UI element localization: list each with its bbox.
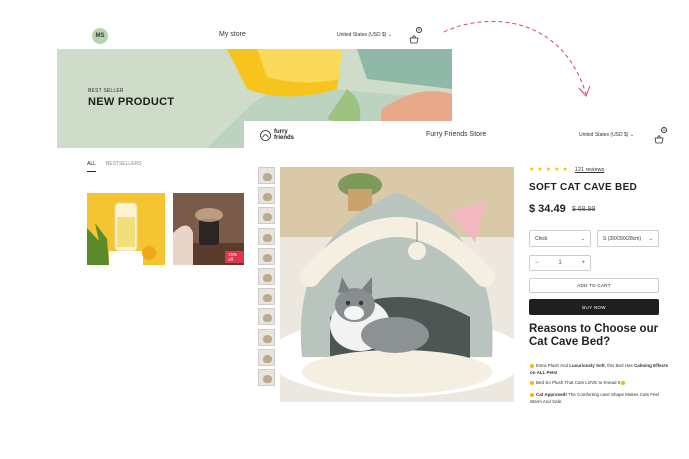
minus-icon[interactable]: − bbox=[535, 260, 539, 266]
cart-icon[interactable]: 0 bbox=[654, 127, 667, 144]
bullet-icon bbox=[530, 363, 534, 368]
country-label: United States (USD $) bbox=[579, 132, 629, 138]
chevron-down-icon: ⌄ bbox=[648, 235, 653, 242]
rating: ★★★★★ 121 reviews bbox=[529, 166, 604, 174]
plus-icon[interactable]: + bbox=[581, 260, 585, 266]
bullet-icon bbox=[530, 380, 534, 385]
size-select[interactable]: S (39X39X28cm) ⌄ bbox=[597, 230, 659, 247]
add-to-cart-button[interactable]: ADD TO CART bbox=[529, 278, 659, 293]
thumbnail[interactable] bbox=[258, 288, 275, 306]
product-title: SOFT CAT CAVE BED bbox=[529, 182, 638, 193]
main-product-image[interactable] bbox=[280, 167, 514, 402]
size-value: S (39X39X28cm) bbox=[603, 235, 642, 242]
logo-line-2: friends bbox=[274, 135, 295, 141]
product-card-lamp[interactable]: 15% off bbox=[173, 193, 245, 265]
benefit-item: Cat Approved! The Comforting cave Shape … bbox=[530, 392, 660, 404]
product-image bbox=[87, 193, 165, 265]
sale-badge: 15% off bbox=[225, 251, 245, 263]
thumbnail[interactable] bbox=[258, 308, 275, 326]
benefit-item: Extra Plush And Luxuriously Soft, this B… bbox=[530, 363, 669, 375]
store-title[interactable]: Furry Friends Store bbox=[426, 131, 486, 138]
collection-tabs: ALL BESTSELLERS bbox=[87, 161, 141, 172]
thumbnail[interactable] bbox=[258, 227, 275, 245]
thumbnail[interactable] bbox=[258, 247, 275, 265]
benefit-item: Bed So Plush That Cats LOVE to Knead It bbox=[530, 380, 670, 387]
chevron-down-icon: ⌄ bbox=[629, 132, 635, 138]
thumbnail[interactable] bbox=[258, 368, 275, 386]
buy-now-button[interactable]: BUY NOW bbox=[529, 299, 659, 315]
tab-all[interactable]: ALL bbox=[87, 161, 96, 172]
hero-eyebrow: BEST SELLER bbox=[88, 88, 124, 94]
compare-price: $ 68.99 bbox=[572, 206, 596, 213]
chevron-down-icon: ⌄ bbox=[387, 32, 393, 38]
color-value: Chick bbox=[535, 235, 548, 242]
thumbnail-strip bbox=[258, 167, 275, 389]
product-card-juice[interactable] bbox=[87, 193, 165, 265]
store-title[interactable]: My store bbox=[219, 31, 246, 38]
front-store-page: furry friends Furry Friends Store United… bbox=[244, 121, 689, 459]
thumbnail[interactable] bbox=[258, 348, 275, 366]
country-label: United States (USD $) bbox=[337, 32, 387, 38]
thumbnail[interactable] bbox=[258, 167, 275, 184]
color-select[interactable]: Chick ⌄ bbox=[529, 230, 591, 247]
thumbnail[interactable] bbox=[258, 267, 275, 285]
price: $ 34.49 bbox=[529, 203, 566, 215]
bullet-icon bbox=[530, 392, 534, 397]
reviews-link[interactable]: 121 reviews bbox=[575, 167, 604, 173]
bullet-icon bbox=[621, 380, 626, 385]
star-icon: ★★★★★ bbox=[529, 167, 571, 173]
hero-title: NEW PRODUCT bbox=[88, 96, 175, 108]
cat-bed-photo bbox=[280, 167, 514, 402]
reasons-heading: Reasons to Choose our Cat Cave Bed? bbox=[529, 323, 659, 348]
country-selector[interactable]: United States (USD $) ⌄ bbox=[337, 32, 392, 38]
thumbnail[interactable] bbox=[258, 187, 275, 205]
cart-icon[interactable]: 0 bbox=[409, 27, 422, 44]
store-logo[interactable]: furry friends bbox=[260, 129, 294, 141]
country-selector[interactable]: United States (USD $) ⌄ bbox=[579, 132, 634, 138]
avatar[interactable]: MS bbox=[92, 28, 108, 44]
cart-count: 0 bbox=[661, 127, 667, 133]
quantity-stepper[interactable]: − 1 + bbox=[529, 255, 591, 271]
paw-logo-icon bbox=[260, 129, 271, 141]
chevron-down-icon: ⌄ bbox=[580, 235, 585, 242]
thumbnail[interactable] bbox=[258, 207, 275, 225]
tab-bestsellers[interactable]: BESTSELLERS bbox=[106, 161, 142, 172]
quantity-value[interactable]: 1 bbox=[558, 260, 561, 266]
cart-count: 0 bbox=[416, 27, 422, 33]
thumbnail[interactable] bbox=[258, 328, 275, 346]
